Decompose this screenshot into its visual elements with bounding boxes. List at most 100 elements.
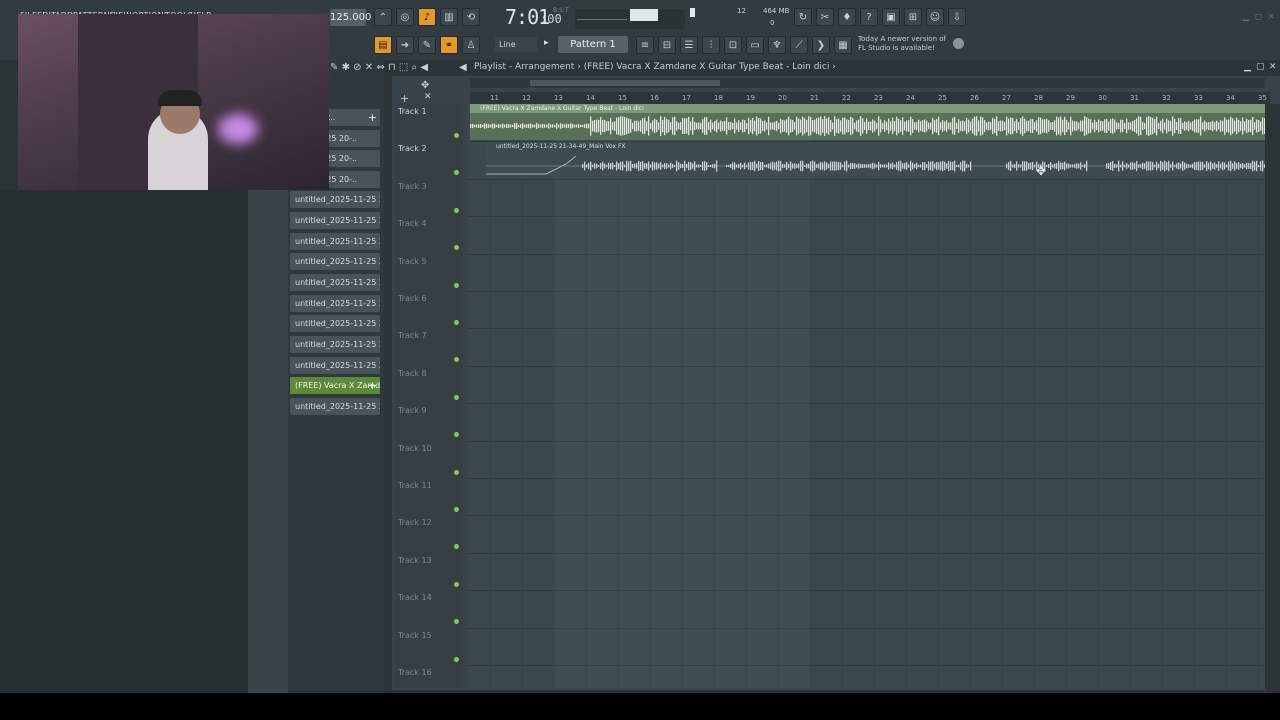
tag-icon[interactable]: ❯	[812, 36, 830, 54]
browser-item-label: untitled_2025-11-25 20-..	[295, 237, 380, 246]
wait-record-icon[interactable]: ◎	[396, 8, 414, 26]
track-mute-led[interactable]	[454, 469, 459, 475]
track-mute-led[interactable]	[454, 656, 459, 662]
browser-item[interactable]: untitled_2025-11-25 20-..	[290, 336, 380, 353]
undo-icon[interactable]: ↻	[794, 8, 812, 26]
slice-tool-icon[interactable]: ⊓	[388, 62, 396, 73]
cut-icon[interactable]: ✂	[816, 8, 834, 26]
save-icon[interactable]: ▣	[882, 8, 900, 26]
browser-item[interactable]: untitled_2025-11-25 20-..	[290, 357, 380, 374]
browser-item[interactable]: untitled_2025-11-25 20-..	[290, 253, 380, 270]
delete-tool-icon[interactable]: ⊘	[353, 62, 361, 73]
track-mute-led[interactable]	[454, 207, 459, 213]
add-icon[interactable]: +	[368, 377, 377, 394]
plugin-icon[interactable]: ⊞	[904, 8, 922, 26]
track-label[interactable]: Track 13	[398, 556, 432, 565]
window-close-icon[interactable]: ✕	[1268, 12, 1275, 21]
window-maximize-icon[interactable]: ▢	[1255, 12, 1263, 21]
zoom-icon[interactable]: ✥	[421, 80, 429, 91]
track-label[interactable]: Track 9	[398, 406, 427, 415]
playlist-icon[interactable]: ≡	[636, 36, 654, 54]
news-icon[interactable]: ▦	[834, 36, 852, 54]
vertical-scrollbar[interactable]	[1265, 104, 1280, 690]
browser-item[interactable]: untitled_2025-11-25 20-..	[290, 315, 380, 332]
track-label[interactable]: Track 5	[398, 257, 427, 266]
countdown-icon[interactable]: ♪	[418, 8, 436, 26]
playback-tool-icon[interactable]: ◀	[420, 62, 428, 73]
loop-record-icon[interactable]: ⟲	[462, 8, 480, 26]
track-mute-led[interactable]	[454, 282, 459, 288]
move-cursor-icon: ✥	[1036, 164, 1047, 178]
slip-tool-icon[interactable]: ⇔	[376, 62, 384, 73]
pattern-prev-icon[interactable]: ▸	[544, 38, 549, 48]
add-icon[interactable]: +	[368, 109, 377, 126]
piano-roll-icon[interactable]: ⊟	[658, 36, 676, 54]
bar-grid-line	[490, 104, 491, 688]
draw-tool-icon[interactable]: ✎	[330, 62, 338, 73]
channel-rack-icon[interactable]: ☰	[680, 36, 698, 54]
zoom-tool-icon[interactable]: ⌕	[412, 62, 418, 73]
browser-item[interactable]: untitled_2025-11-25 21-..	[290, 398, 380, 415]
plug-icon[interactable]: ♆	[768, 36, 786, 54]
track-label[interactable]: Track 15	[398, 631, 432, 640]
track-label[interactable]: Track 3	[398, 182, 427, 191]
link-icon[interactable]: ⚭	[440, 36, 458, 54]
microphone-icon[interactable]: ♦	[838, 8, 856, 26]
track-mute-led[interactable]	[454, 394, 459, 400]
track-label[interactable]: Track 14	[398, 593, 432, 602]
track-label[interactable]: Track 4	[398, 219, 427, 228]
track-mute-led[interactable]	[454, 581, 459, 587]
tempo-display[interactable]: 125.000	[330, 9, 371, 26]
track-mute-led[interactable]	[454, 320, 459, 325]
news-panel[interactable]: Today A newer version of FL Studio is av…	[858, 35, 946, 53]
track-label[interactable]: Track 11	[398, 481, 432, 490]
track-mute-led[interactable]	[454, 507, 459, 512]
browser-icon[interactable]: ⊡	[724, 36, 742, 54]
brush-icon[interactable]: ⟋	[790, 36, 808, 54]
playlist-tools: ✎ ✱ ⊘ ✕ ⇔ ⊓ ⬚ ⌕ ◀	[330, 62, 428, 73]
browser-item[interactable]: untitled_2025-11-25 20-..	[290, 295, 380, 312]
clipboard-icon[interactable]: ▭	[746, 36, 764, 54]
playlist-close-icon[interactable]: ✕	[1269, 62, 1277, 72]
track-label[interactable]: Track 1	[398, 107, 427, 116]
metronome-icon[interactable]: ⌃	[374, 8, 392, 26]
news-line-2: FL Studio is available!	[858, 44, 935, 52]
playlist-maximize-icon[interactable]: ▢	[1256, 62, 1265, 72]
track-label[interactable]: Track 12	[398, 518, 432, 527]
step-edit-icon[interactable]: ▥	[440, 8, 458, 26]
update-icon[interactable]	[953, 38, 964, 49]
browser-item[interactable]: untitled_2025-11-25 20-..	[290, 191, 380, 208]
chat-icon[interactable]: ☺	[926, 8, 944, 26]
track-label[interactable]: Track 6	[398, 294, 427, 303]
select-tool-icon[interactable]: ⬚	[399, 62, 408, 73]
remove-icon[interactable]: ✕	[424, 92, 432, 102]
horizontal-scrollbar[interactable]	[470, 78, 1265, 88]
mixer-icon[interactable]: ⫶	[702, 36, 720, 54]
track-mute-led[interactable]	[454, 133, 459, 138]
pencil-icon[interactable]: ✎	[418, 36, 436, 54]
browser-item[interactable]: untitled_2025-11-25 20-..	[290, 233, 380, 250]
arrow-right-icon[interactable]: ➜	[396, 36, 414, 54]
playlist-minimize-icon[interactable]: ▁	[1244, 62, 1251, 72]
window-minimize-icon[interactable]: ▁	[1243, 12, 1249, 21]
playlist-menu-icon[interactable]: ◀	[459, 62, 467, 73]
track-label[interactable]: Track 16	[398, 668, 432, 677]
track-label[interactable]: Track 7	[398, 331, 427, 340]
track-label[interactable]: Track 2	[398, 144, 427, 153]
cpu-meter	[690, 8, 695, 17]
download-icon[interactable]: ⇩	[948, 8, 966, 26]
browser-item[interactable]: untitled_2025-11-25 20-..	[290, 274, 380, 291]
track-label[interactable]: Track 8	[398, 369, 427, 378]
paint-tool-icon[interactable]: ✱	[342, 62, 350, 73]
scrollbar-thumb[interactable]	[530, 80, 720, 86]
snap-select[interactable]: Line	[495, 37, 537, 52]
stamp-icon[interactable]: ♙	[462, 36, 480, 54]
playlist-snap-icon[interactable]: ▤	[374, 36, 392, 54]
browser-item[interactable]: untitled_2025-11-25 20-..	[290, 212, 380, 229]
arrangement-grid[interactable]	[468, 104, 1265, 688]
browser-item[interactable]: (FREE) Vacra X Zamd.. +	[290, 377, 380, 394]
mute-tool-icon[interactable]: ✕	[365, 62, 373, 73]
track-label[interactable]: Track 10	[398, 444, 432, 453]
pattern-selector[interactable]: Pattern 1	[558, 36, 628, 53]
help-icon[interactable]: ?	[860, 8, 878, 26]
